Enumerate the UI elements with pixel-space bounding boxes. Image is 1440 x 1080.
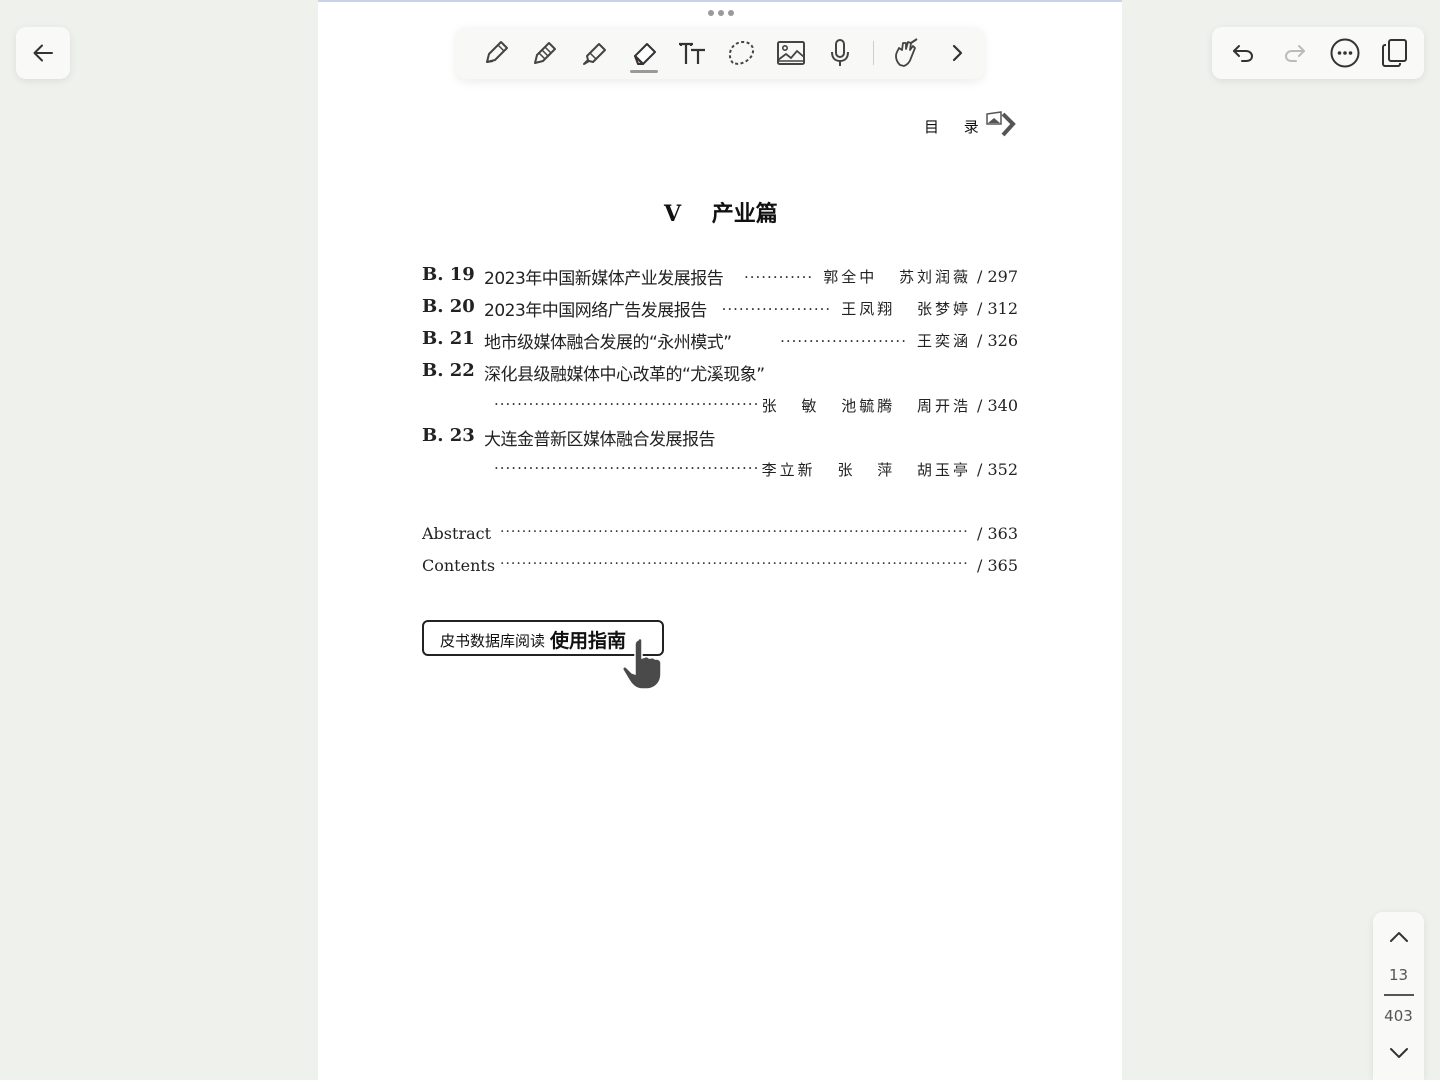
toolbar-divider <box>873 41 874 65</box>
undo-button[interactable] <box>1225 35 1261 71</box>
previous-page-button[interactable] <box>1385 926 1412 948</box>
next-page-button[interactable] <box>1385 1042 1412 1064</box>
chapter-mark-icon <box>986 111 1016 137</box>
redo-icon <box>1284 45 1305 62</box>
pen-icon <box>486 41 508 63</box>
microphone-tool[interactable] <box>820 33 860 73</box>
guide-small-text: 皮书数据库阅读 <box>440 632 546 650</box>
eraser-tool[interactable] <box>624 33 664 73</box>
highlighter-tool[interactable] <box>574 33 614 73</box>
active-tool-indicator <box>630 70 658 73</box>
toc-leader: ········································… <box>500 524 970 540</box>
lasso-icon <box>728 40 755 66</box>
toc-entry[interactable]: B. 23 大连金普新区媒体融合发展报告 <box>422 425 1018 450</box>
section-title: V 产业篇 <box>664 201 778 227</box>
toc-page: / 326 <box>976 331 1018 350</box>
toc-contents[interactable]: Contents ·······························… <box>422 556 1018 580</box>
pen-tool[interactable] <box>476 33 516 73</box>
chevron-right-icon <box>952 44 963 62</box>
toc-entry[interactable]: B. 20 2023年中国网络广告发展报告 ··················… <box>422 296 1018 321</box>
toc-leader: ··················· <box>721 300 832 318</box>
total-pages: 403 <box>1384 1007 1413 1025</box>
image-tool[interactable] <box>771 33 811 73</box>
toc-page: / 352 <box>976 460 1018 479</box>
toc-authors: 王奕涵 <box>916 332 971 350</box>
pointing-hand-icon <box>622 637 662 690</box>
toc-authors: 李立新 张 萍 胡玉亭 <box>761 461 971 479</box>
toc-code: B. 23 <box>422 425 475 446</box>
redo-button[interactable] <box>1277 35 1313 71</box>
action-bar <box>1212 27 1424 79</box>
drawing-toolbar <box>456 27 984 79</box>
toc-leader: ········································… <box>494 459 760 477</box>
drag-handle[interactable] <box>706 8 736 18</box>
guide-big-text: 使用指南 <box>550 630 627 652</box>
lasso-tool[interactable] <box>721 33 761 73</box>
toc-title: 地市级媒体融合发展的“永州模式” <box>484 333 732 353</box>
toc-authors: 王凤翔 张梦婷 <box>841 300 971 318</box>
toc-entry-continuation[interactable]: ········································… <box>494 393 1018 417</box>
toc-entry[interactable]: B. 22 深化县级融媒体中心改革的“尤溪现象” <box>422 360 1018 385</box>
toc-label: Abstract <box>422 524 492 543</box>
toolbar-more-button[interactable] <box>937 33 977 73</box>
toc-code: B. 21 <box>422 328 475 349</box>
toc-abstract[interactable]: Abstract ·······························… <box>422 524 1018 548</box>
microphone-icon <box>831 39 849 66</box>
toc-title: 深化县级融媒体中心改革的“尤溪现象” <box>484 365 765 385</box>
more-options-button[interactable] <box>1327 35 1363 71</box>
image-icon <box>777 41 805 65</box>
toc-entry[interactable]: B. 19 2023年中国新媒体产业发展报告 ············ 郭全中 … <box>422 264 1018 289</box>
undo-icon <box>1233 45 1254 62</box>
toc-code: B. 20 <box>422 296 475 317</box>
page-navigator: 13 403 <box>1373 912 1424 1080</box>
toc-label: Contents <box>422 556 496 575</box>
hand-draw-icon <box>895 38 918 67</box>
highlighter-icon <box>583 43 606 65</box>
hand-draw-tool[interactable] <box>886 33 926 73</box>
toc-page: / 365 <box>976 556 1018 575</box>
pages-icon <box>1382 39 1407 67</box>
toc-entry[interactable]: B. 21 地市级媒体融合发展的“永州模式” ·················… <box>422 328 1018 353</box>
pencil-tool[interactable] <box>525 33 565 73</box>
toc-title: 2023年中国新媒体产业发展报告 <box>484 269 724 289</box>
eraser-icon <box>634 43 656 65</box>
running-header: 目 录 <box>924 118 989 136</box>
toc-page: / 340 <box>976 396 1018 415</box>
chevron-up-icon <box>1389 932 1408 942</box>
toc-leader: ······················ <box>780 332 907 350</box>
toc-entry-continuation[interactable]: ········································… <box>494 457 1018 481</box>
back-button[interactable] <box>16 27 70 79</box>
toc-page: / 312 <box>976 299 1018 318</box>
more-icon <box>1330 38 1360 68</box>
toc-title: 2023年中国网络广告发展报告 <box>484 301 707 321</box>
toc-code: B. 19 <box>422 264 475 285</box>
chevron-down-icon <box>1389 1048 1408 1058</box>
pencil-icon <box>534 42 556 64</box>
toc-authors: 张 敏 池毓腾 周开浩 <box>761 397 971 415</box>
page-divider <box>1384 994 1414 996</box>
current-page[interactable]: 13 <box>1373 966 1424 984</box>
pages-button[interactable] <box>1377 35 1413 71</box>
toc-leader: ········································… <box>500 556 970 572</box>
toc-leader: ············ <box>743 268 814 286</box>
text-icon <box>679 42 705 64</box>
text-tool[interactable] <box>672 33 712 73</box>
toc-page: / 297 <box>976 267 1018 286</box>
toc-code: B. 22 <box>422 360 475 381</box>
toc-leader: ········································… <box>494 395 760 413</box>
toc-page: / 363 <box>976 524 1018 543</box>
toc-authors: 郭全中 苏刘润薇 <box>823 268 971 286</box>
toc-title: 大连金普新区媒体融合发展报告 <box>484 430 716 450</box>
arrow-left-icon <box>33 44 53 62</box>
